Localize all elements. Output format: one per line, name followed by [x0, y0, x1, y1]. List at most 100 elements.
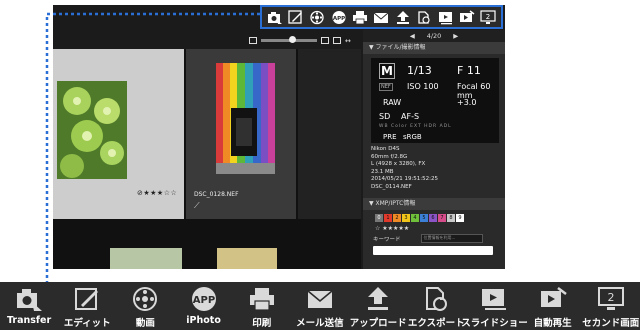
autoplay-icon: [538, 286, 568, 312]
edit-label: エディット: [63, 318, 111, 329]
movie-icon: [130, 286, 160, 312]
second-screen-button[interactable]: 2 セカンド画面: [582, 282, 640, 329]
transfer-icon: [14, 286, 44, 312]
svg-text:2: 2: [486, 13, 490, 21]
mail-button[interactable]: メール送信: [292, 282, 348, 329]
color-label-chip[interactable]: 5: [420, 214, 428, 222]
transfer-icon[interactable]: [266, 9, 284, 25]
keyword-row: キーワード 位置情報を利用...: [373, 234, 505, 243]
color-label-chip[interactable]: 6: [429, 214, 437, 222]
color-label-chip[interactable]: 2: [393, 214, 401, 222]
list-view-icon[interactable]: [333, 37, 341, 44]
file-name: DSC_0114.NEF: [371, 183, 412, 190]
iphoto-button[interactable]: APP iPhoto: [176, 282, 232, 326]
xmp-section-header[interactable]: ▼ XMP/IPTC情報: [363, 198, 505, 210]
exposure-mode: M: [379, 63, 395, 79]
print-label: 印刷: [252, 318, 272, 329]
slider-knob[interactable]: [289, 36, 296, 43]
previous-image-button[interactable]: ◀: [410, 32, 415, 40]
thumbnail-image: [57, 81, 127, 179]
edit-icon: [72, 286, 102, 312]
iso: ISO 100: [407, 82, 439, 91]
export-button[interactable]: エクスポート: [408, 282, 465, 329]
upload-icon: [363, 286, 393, 312]
color-label-chip[interactable]: 3: [402, 214, 410, 222]
color-label-chip[interactable]: 7: [438, 214, 446, 222]
af-mode: AF-S: [401, 112, 420, 121]
thumbnail-card[interactable]: [217, 248, 277, 269]
lens: 60mm f/2.8G: [371, 153, 408, 160]
selected-thumbnail-card[interactable]: DSC_0128.NEF ⟋: [186, 49, 296, 219]
movie-label: 動画: [135, 318, 155, 329]
color-space: sRGB: [403, 133, 422, 141]
mail-icon[interactable]: [372, 9, 390, 25]
transfer-button[interactable]: Transfer: [1, 282, 57, 326]
thumbnail-size-slider[interactable]: [261, 36, 317, 43]
upload-label: アップロード: [349, 318, 407, 329]
grid-view-icon[interactable]: [321, 37, 329, 44]
color-label-chip[interactable]: 8: [447, 214, 455, 222]
color-label-row: 0123456789: [375, 214, 505, 222]
app-window: APP 2 ↔ ⊘★★★☆☆ DSC_0128.NEF ⟋ ◀ 4/20 ▶ ▼…: [53, 5, 505, 269]
slideshow-button[interactable]: スライドショー: [461, 282, 528, 329]
svg-text:2: 2: [607, 291, 614, 304]
thumbnail-card[interactable]: [298, 49, 361, 219]
capture-date: 2014/05/21 19:51:52:25: [371, 176, 439, 182]
thumbnail-rating[interactable]: ⊘★★★☆☆: [137, 189, 177, 197]
expand-icon[interactable]: ↔: [345, 37, 351, 45]
enlarged-toolbar: Transfer エディット 動画 APP iPhoto 印刷 メール送信 アッ…: [0, 282, 640, 330]
mail-label: メール送信: [296, 318, 344, 329]
aperture: F 11: [457, 64, 481, 77]
print-icon: [247, 286, 277, 312]
next-image-button[interactable]: ▶: [453, 32, 458, 40]
autoplay-icon[interactable]: [458, 9, 476, 25]
exposure-compensation: +3.0: [457, 98, 477, 107]
keyword-location-button[interactable]: 位置情報を利用...: [420, 234, 483, 243]
edit-button[interactable]: エディット: [59, 282, 115, 329]
top-toolbar: APP 2: [260, 5, 503, 29]
image-navigator: ◀ 4/20 ▶: [363, 30, 505, 42]
edited-badge-icon: ⟋: [194, 201, 200, 210]
color-label-chip[interactable]: 1: [384, 214, 392, 222]
print-icon[interactable]: [351, 9, 369, 25]
iphoto-icon: APP: [189, 286, 219, 312]
second-screen-icon[interactable]: 2: [479, 9, 497, 25]
mail-icon: [305, 286, 335, 312]
file-info-section-header[interactable]: ▼ ファイル/撮影情報: [363, 42, 505, 54]
keyword-label: キーワード: [373, 236, 401, 243]
svg-text:APP: APP: [333, 15, 345, 21]
slideshow-icon: [479, 286, 509, 312]
image-quality: RAW: [383, 98, 402, 107]
upload-icon[interactable]: [394, 9, 412, 25]
image-counter: 4/20: [426, 32, 442, 40]
edit-icon[interactable]: [287, 9, 305, 25]
upload-button[interactable]: アップロード: [349, 282, 407, 329]
autoplay-label: 自動再生: [533, 318, 572, 329]
view-toolbar: ↔: [249, 34, 360, 47]
thumbnail-grid: ⊘★★★☆☆ DSC_0128.NEF ⟋: [53, 49, 361, 269]
keyword-input[interactable]: [373, 246, 493, 255]
slideshow-icon[interactable]: [437, 9, 455, 25]
view-mode-icon[interactable]: [249, 37, 257, 44]
iphoto-icon[interactable]: APP: [330, 9, 348, 25]
color-label-chip[interactable]: 4: [411, 214, 419, 222]
camera-model: Nikon D4S: [371, 146, 400, 152]
second-screen-icon: 2: [596, 286, 626, 312]
movie-button[interactable]: 動画: [117, 282, 173, 329]
transfer-label: Transfer: [6, 315, 52, 326]
print-button[interactable]: 印刷: [234, 282, 290, 329]
second-screen-label: セカンド画面: [582, 318, 640, 329]
autoplay-button[interactable]: 自動再生: [525, 282, 581, 329]
xmp-rating[interactable]: ☆ ★★★★★: [375, 225, 505, 232]
info-panel: ◀ 4/20 ▶ ▼ ファイル/撮影情報 M 1/13 F 11 NEF ISO…: [363, 30, 505, 269]
thumbnail-card[interactable]: [110, 248, 182, 269]
color-label-chip[interactable]: 9: [456, 214, 464, 222]
shooting-info-box: M 1/13 F 11 NEF ISO 100 Focal 60 mm RAW …: [371, 58, 499, 143]
svg-text:APP: APP: [192, 295, 214, 306]
export-icon[interactable]: [415, 9, 433, 25]
picture-control: PRE: [383, 133, 397, 141]
thumbnail-card[interactable]: ⊘★★★☆☆: [53, 49, 184, 219]
movie-icon[interactable]: [308, 9, 326, 25]
file-type-tag: NEF: [379, 83, 393, 91]
color-label-chip[interactable]: 0: [375, 214, 383, 222]
